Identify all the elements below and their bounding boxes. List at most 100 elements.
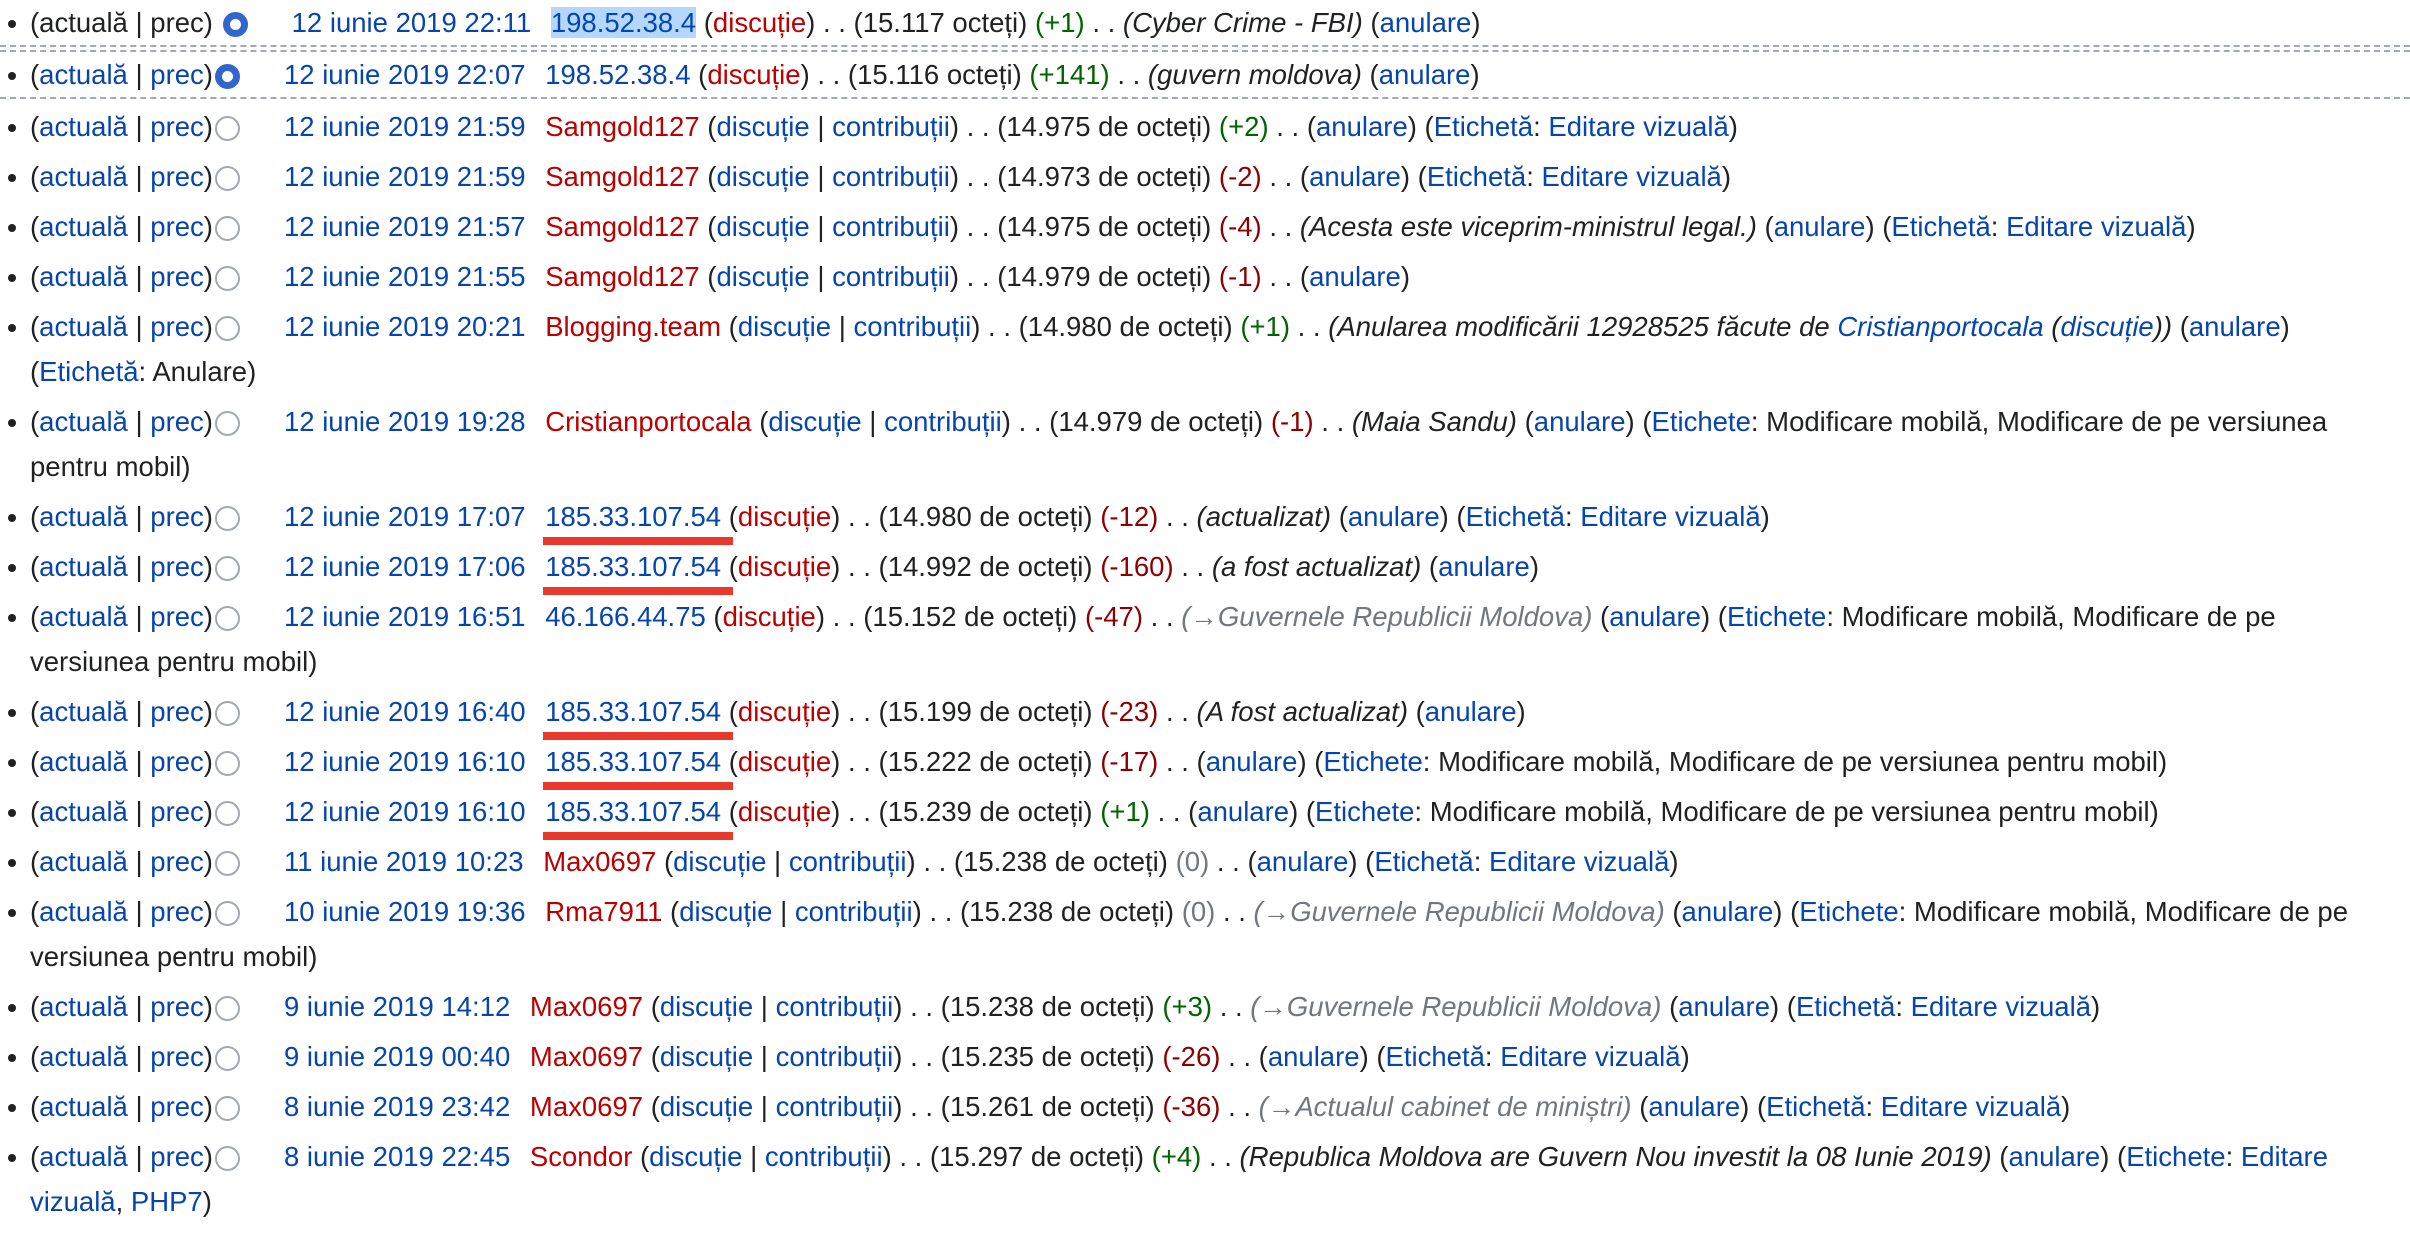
tag-link[interactable]: Etichetă <box>1796 991 1895 1022</box>
talk-link[interactable]: discuție <box>660 1041 753 1072</box>
revision-date-link[interactable]: 12 iunie 2019 20:21 <box>284 311 526 342</box>
user-link[interactable]: 46.166.44.75 <box>545 601 706 632</box>
undo-link[interactable]: anulare <box>1309 161 1401 192</box>
undo-link[interactable]: anulare <box>1682 896 1774 927</box>
revision-date-link[interactable]: 12 iunie 2019 16:40 <box>284 696 526 727</box>
diff-radio[interactable] <box>214 116 240 141</box>
tag-value-link[interactable]: Editare vizuală <box>1911 991 2091 1022</box>
revision-date-link[interactable]: 9 iunie 2019 14:12 <box>284 991 510 1022</box>
cur-link[interactable]: actuală <box>39 111 128 142</box>
undo-link[interactable]: anulare <box>1774 211 1866 242</box>
talk-link[interactable]: discuție <box>673 846 766 877</box>
tag-value-link[interactable]: Editare vizuală <box>1541 161 1721 192</box>
talk-link[interactable]: discuție <box>660 1091 753 1122</box>
tag-value-link[interactable]: Editare vizuală <box>1580 501 1760 532</box>
talk-link[interactable]: discuție <box>660 991 753 1022</box>
undo-link[interactable]: anulare <box>1648 1091 1740 1122</box>
talk-link[interactable]: discuție <box>738 311 831 342</box>
tags-link[interactable]: Etichete <box>1652 406 1751 437</box>
undo-link[interactable]: anulare <box>1678 991 1770 1022</box>
undo-link[interactable]: anulare <box>2189 311 2281 342</box>
diff-radio[interactable] <box>214 166 240 191</box>
user-link[interactable]: 198.52.38.4 <box>545 59 690 90</box>
prev-link[interactable]: prec <box>150 796 204 827</box>
talk-link[interactable]: discuție <box>679 896 772 927</box>
tag-link[interactable]: Etichetă <box>39 356 138 387</box>
revision-date-link[interactable]: 12 iunie 2019 16:10 <box>284 746 526 777</box>
undo-link[interactable]: anulare <box>1380 7 1472 38</box>
revision-date-link[interactable]: 12 iunie 2019 17:07 <box>284 501 526 532</box>
comment-user-link[interactable]: Cristianportocala <box>1837 311 2043 342</box>
cur-link[interactable]: actuală <box>39 746 128 777</box>
diff-radio[interactable] <box>214 316 240 341</box>
contribs-link[interactable]: contribuții <box>884 406 1002 437</box>
diff-radio[interactable] <box>214 1096 240 1121</box>
contribs-link[interactable]: contribuții <box>789 846 907 877</box>
prev-link[interactable]: prec <box>150 211 204 242</box>
cur-link[interactable]: actuală <box>39 261 128 292</box>
revision-date-link[interactable]: 11 iunie 2019 10:23 <box>284 846 524 877</box>
revision-date-link[interactable]: 12 iunie 2019 22:07 <box>284 59 526 90</box>
diff-radio[interactable] <box>214 506 240 531</box>
undo-link[interactable]: anulare <box>1316 111 1408 142</box>
undo-link[interactable]: anulare <box>1257 846 1349 877</box>
diff-radio[interactable] <box>214 216 240 241</box>
tag-link[interactable]: Etichetă <box>1466 501 1565 532</box>
diff-radio[interactable] <box>214 801 240 826</box>
user-link[interactable]: Max0697 <box>530 1091 643 1122</box>
tag-link[interactable]: Etichetă <box>1386 1041 1485 1072</box>
cur-link[interactable]: actuală <box>39 846 128 877</box>
talk-link[interactable]: discuție <box>738 696 831 727</box>
prev-link[interactable]: prec <box>150 1141 204 1172</box>
talk-link[interactable]: discuție <box>716 261 809 292</box>
cur-link[interactable]: actuală <box>39 796 128 827</box>
tag-value-link[interactable]: Editare vizuală <box>2006 211 2186 242</box>
user-link[interactable]: Max0697 <box>530 991 643 1022</box>
user-link[interactable]: 185.33.107.54 <box>543 689 733 740</box>
talk-link[interactable]: discuție <box>649 1141 742 1172</box>
cur-link[interactable]: actuală <box>39 59 128 90</box>
talk-link[interactable]: discuție <box>716 111 809 142</box>
tag-value-link[interactable]: Editare vizuală <box>1881 1091 2061 1122</box>
tags-link[interactable]: Etichete <box>1323 746 1422 777</box>
undo-link[interactable]: anulare <box>1534 406 1626 437</box>
cur-link[interactable]: actuală <box>39 211 128 242</box>
contribs-link[interactable]: contribuții <box>776 991 894 1022</box>
cur-link[interactable]: actuală <box>39 1091 128 1122</box>
diff-radio[interactable] <box>214 266 240 291</box>
talk-link[interactable]: discuție <box>707 59 800 90</box>
cur-link[interactable]: actuală <box>39 501 128 532</box>
prev-link[interactable]: prec <box>150 896 204 927</box>
revision-date-link[interactable]: 10 iunie 2019 19:36 <box>284 896 526 927</box>
diff-radio[interactable] <box>214 606 240 631</box>
talk-link[interactable]: discuție <box>768 406 861 437</box>
prev-link[interactable]: prec <box>150 111 204 142</box>
user-link[interactable]: Blogging.team <box>545 311 721 342</box>
cur-link[interactable]: actuală <box>39 896 128 927</box>
prev-link[interactable]: prec <box>150 1041 204 1072</box>
diff-radio[interactable] <box>214 411 240 436</box>
cur-link[interactable]: actuală <box>39 991 128 1022</box>
cur-link[interactable]: actuală <box>39 696 128 727</box>
diff-radio[interactable] <box>214 901 240 926</box>
talk-link[interactable]: discuție <box>738 796 831 827</box>
user-link[interactable]: 185.33.107.54 <box>543 544 733 595</box>
user-link[interactable]: Max0697 <box>530 1041 643 1072</box>
diff-radio[interactable] <box>214 556 240 581</box>
diff-radio[interactable] <box>214 851 240 876</box>
user-link[interactable]: 185.33.107.54 <box>543 494 733 545</box>
contribs-link[interactable]: contribuții <box>776 1041 894 1072</box>
undo-link[interactable]: anulare <box>2008 1141 2100 1172</box>
talk-link[interactable]: discuție <box>723 601 816 632</box>
revision-date-link[interactable]: 12 iunie 2019 17:06 <box>284 551 526 582</box>
prev-link[interactable]: prec <box>150 746 204 777</box>
comment-talk-link[interactable]: discuție <box>2060 311 2153 342</box>
talk-link[interactable]: discuție <box>738 501 831 532</box>
contribs-link[interactable]: contribuții <box>832 111 950 142</box>
contribs-link[interactable]: contribuții <box>776 1091 894 1122</box>
prev-link[interactable]: prec <box>150 406 204 437</box>
cur-link[interactable]: actuală <box>39 1041 128 1072</box>
talk-link[interactable]: discuție <box>738 746 831 777</box>
user-link[interactable]: Scondor <box>530 1141 632 1172</box>
revision-date-link[interactable]: 12 iunie 2019 21:57 <box>284 211 526 242</box>
